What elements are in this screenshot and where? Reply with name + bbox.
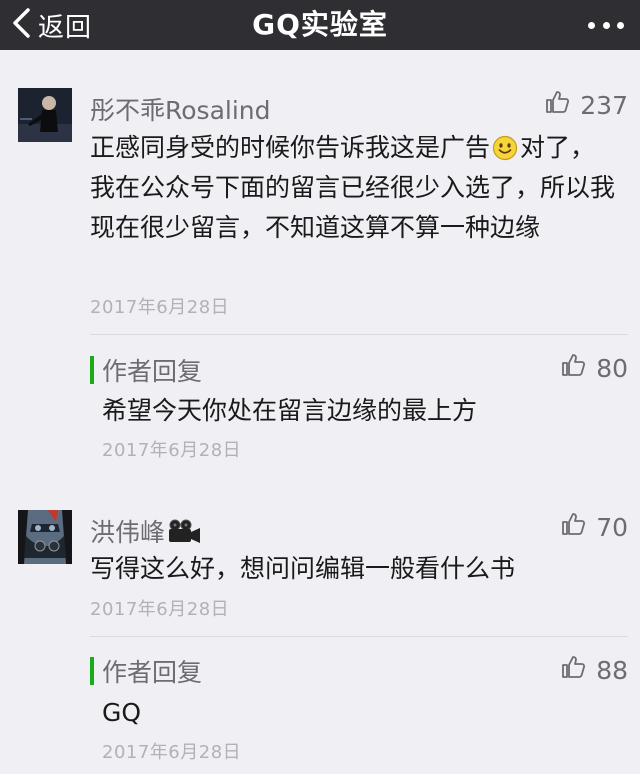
smile-emoji xyxy=(492,133,518,161)
avatar[interactable] xyxy=(18,88,72,142)
reply-like-count: 88 xyxy=(596,655,628,685)
reply-text: GQ xyxy=(102,698,142,727)
top-nav-bar: 返回 GQ实验室 xyxy=(0,0,640,50)
commenter-name[interactable]: 彤不乖Rosalind xyxy=(90,91,271,127)
comment-text: 写得这么好，想问问编辑一般看什么书 xyxy=(90,554,516,583)
commenter-name-text: 洪伟峰 xyxy=(90,518,166,547)
comment-date: 2017年6月28日 xyxy=(90,297,230,318)
more-icon[interactable] xyxy=(588,13,624,37)
reply-like-count: 80 xyxy=(596,353,628,383)
avatar[interactable] xyxy=(18,510,72,564)
reply-indicator-bar xyxy=(90,657,94,685)
author-reply-label: 作者回复 xyxy=(90,656,203,687)
reply-like-button[interactable]: 88 xyxy=(560,655,628,685)
reply-indicator-bar xyxy=(90,356,94,384)
divider xyxy=(90,636,628,637)
reply-date: 2017年6月28日 xyxy=(102,440,242,461)
thumb-up-icon xyxy=(544,89,580,121)
divider xyxy=(90,334,628,335)
reply-text: 希望今天你处在留言边缘的最上方 xyxy=(102,396,478,425)
author-reply-text-label: 作者回复 xyxy=(102,357,203,386)
author-reply-label: 作者回复 xyxy=(90,355,203,386)
reply-like-button[interactable]: 80 xyxy=(560,353,628,383)
like-button[interactable]: 70 xyxy=(560,512,628,542)
thumb-up-icon xyxy=(560,352,596,384)
commenter-name[interactable]: 洪伟峰 xyxy=(90,513,201,549)
movie-camera-emoji xyxy=(167,519,201,545)
thumb-up-icon xyxy=(560,654,596,686)
like-count: 237 xyxy=(580,90,628,120)
like-count: 70 xyxy=(596,512,628,542)
comment-text-part1: 正感同身受的时候你告诉我这是广告 xyxy=(90,133,491,162)
reply-date: 2017年6月28日 xyxy=(102,742,242,763)
thumb-up-icon xyxy=(560,511,596,543)
page-title: GQ实验室 xyxy=(252,8,388,41)
comment-date: 2017年6月28日 xyxy=(90,599,230,620)
comment-text: 正感同身受的时候你告诉我这是广告 对了，我在公众号下面的留言已经很少入选了，所以我… xyxy=(90,128,618,248)
like-button[interactable]: 237 xyxy=(544,90,628,120)
author-reply-text-label: 作者回复 xyxy=(102,658,203,687)
